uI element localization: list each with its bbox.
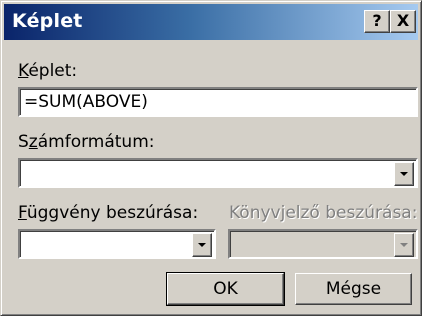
cancel-button[interactable]: Mégse bbox=[295, 273, 412, 305]
paste-function-label: Függvény beszúrása: bbox=[18, 203, 199, 223]
number-format-select[interactable] bbox=[18, 158, 418, 188]
formula-dialog: Képlet ? X Képlet: =SUM(ABOVE) Számformá… bbox=[0, 0, 422, 316]
paste-function-dropdown-button[interactable] bbox=[192, 233, 212, 257]
number-format-label: Számformátum: bbox=[18, 132, 155, 152]
close-button[interactable]: X bbox=[390, 10, 416, 33]
dialog-title: Képlet bbox=[12, 10, 83, 32]
paste-bookmark-dropdown-button bbox=[394, 233, 414, 257]
ok-button[interactable]: OK bbox=[166, 272, 285, 306]
formula-label: Képlet: bbox=[18, 61, 78, 81]
paste-bookmark-select bbox=[228, 229, 418, 259]
chevron-down-icon bbox=[400, 243, 408, 247]
number-format-dropdown-button[interactable] bbox=[394, 162, 414, 186]
chevron-down-icon bbox=[198, 243, 206, 247]
formula-value: =SUM(ABOVE) bbox=[24, 92, 148, 112]
paste-function-select[interactable] bbox=[18, 229, 216, 259]
formula-input[interactable]: =SUM(ABOVE) bbox=[18, 87, 418, 117]
help-button[interactable]: ? bbox=[364, 10, 390, 33]
chevron-down-icon bbox=[400, 172, 408, 176]
paste-bookmark-label: Könyvjelző beszúrása: bbox=[229, 203, 418, 223]
title-bar[interactable]: Képlet ? X bbox=[4, 4, 418, 40]
